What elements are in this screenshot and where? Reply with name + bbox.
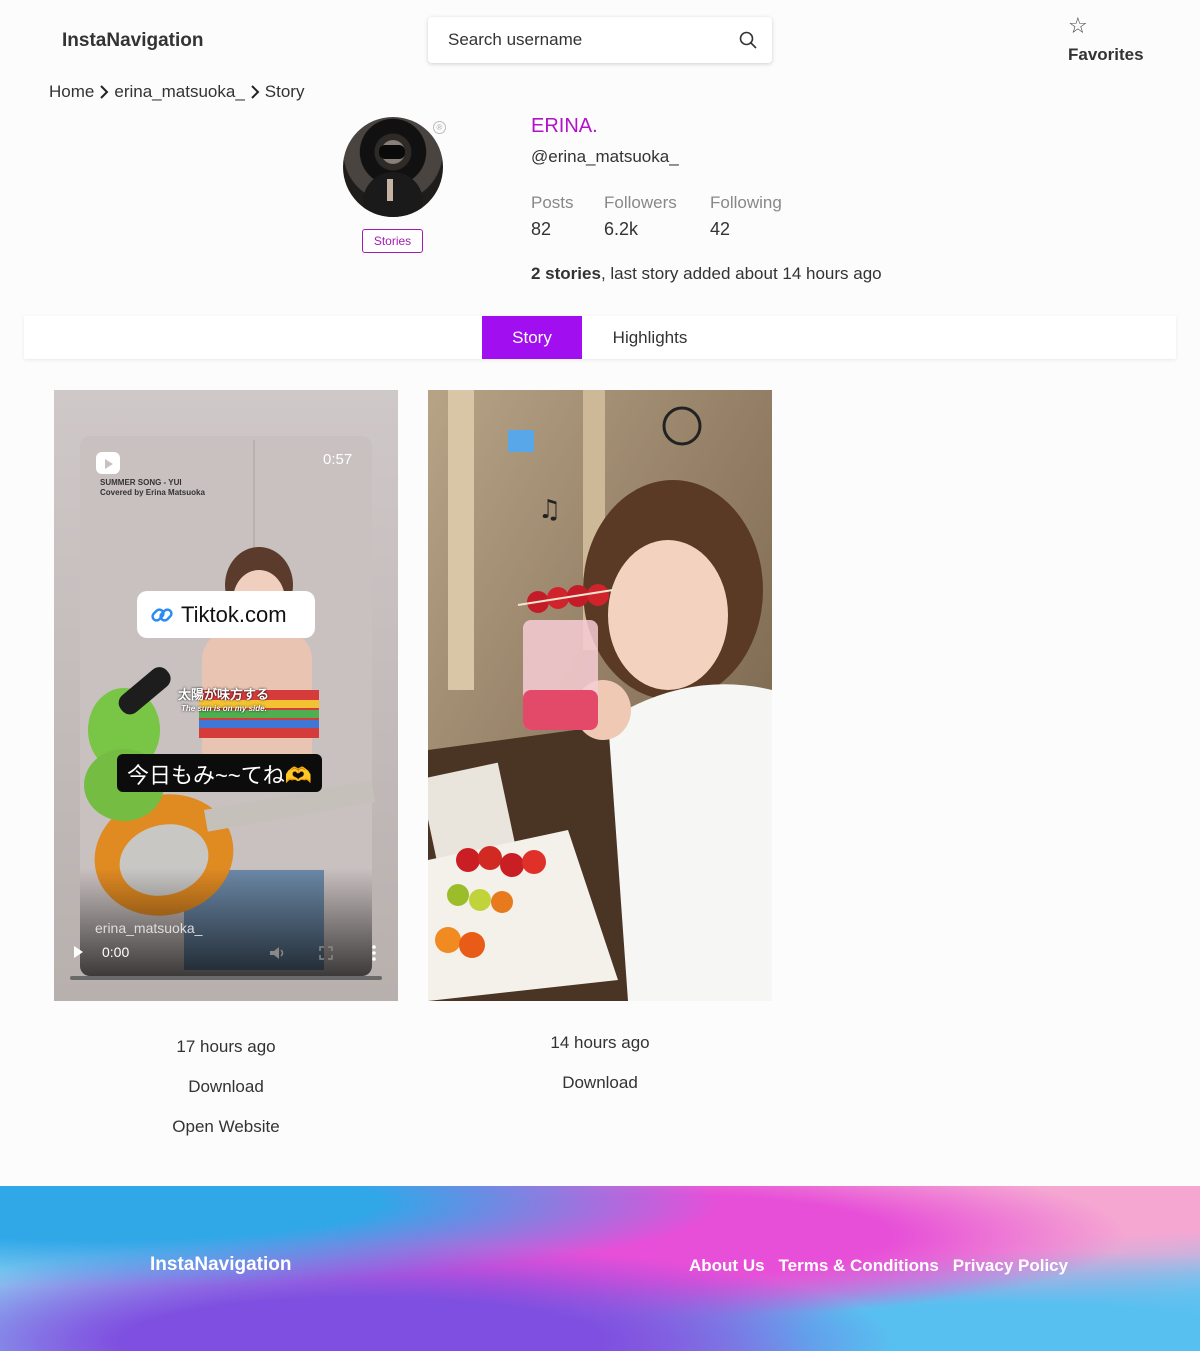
profile-handle: @erina_matsuoka_ xyxy=(531,147,679,166)
video-current-time: 0:00 xyxy=(102,944,130,960)
footer-link-terms[interactable]: Terms & Conditions xyxy=(779,1256,939,1276)
stat-value: 6.2k xyxy=(604,219,639,239)
stories-count: 2 stories xyxy=(531,264,601,283)
open-website-button[interactable]: Open Website xyxy=(54,1117,398,1137)
stories-last-added: , last story added about 14 hours ago xyxy=(600,264,882,283)
lyric-english: The sun is on my side. xyxy=(181,704,267,713)
tiktok-link-sticker[interactable]: Tiktok.com xyxy=(137,591,315,638)
link-icon xyxy=(151,607,173,622)
tab-story[interactable]: Story xyxy=(482,316,582,359)
video-username: erina_matsuoka_ xyxy=(95,920,203,936)
stat-label: Following xyxy=(710,193,782,212)
story-image: ♫ xyxy=(428,390,772,1001)
star-icon[interactable]: ☆ xyxy=(1068,15,1144,37)
search-box[interactable] xyxy=(428,17,772,63)
stat-value: 82 xyxy=(531,219,552,239)
chevron-right-icon xyxy=(251,85,260,99)
story-posted-time: 14 hours ago xyxy=(550,1033,650,1052)
volume-icon[interactable] xyxy=(269,946,287,960)
footer: InstaNavigation About Us Terms & Conditi… xyxy=(0,1186,1200,1351)
footer-link-privacy[interactable]: Privacy Policy xyxy=(953,1256,1068,1276)
breadcrumb-current: Story xyxy=(264,82,305,101)
story-posted-time: 17 hours ago xyxy=(176,1037,276,1056)
music-notes-icon: ♫ xyxy=(538,495,561,525)
avatar-figure xyxy=(363,172,423,217)
download-button[interactable]: Download xyxy=(54,1077,398,1097)
play-icon[interactable] xyxy=(74,946,83,958)
search-input[interactable] xyxy=(448,30,738,50)
chevron-right-icon xyxy=(100,85,109,99)
footer-logo-text[interactable]: InstaNavigation xyxy=(150,1254,291,1276)
breadcrumb-home[interactable]: Home xyxy=(49,82,94,102)
more-options-icon[interactable] xyxy=(371,945,377,961)
breadcrumb-user[interactable]: erina_matsuoka_ xyxy=(114,82,244,102)
avatar-mask xyxy=(379,145,405,159)
stat-value: 42 xyxy=(710,219,731,239)
download-button[interactable]: Download xyxy=(428,1073,772,1093)
caption-sticker: 今日もみ~~てね🫶 xyxy=(117,754,323,792)
stat-followers: Followers 6.2k xyxy=(604,193,677,240)
footer-links: About Us Terms & Conditions Privacy Poli… xyxy=(689,1256,1068,1276)
stories-badge[interactable]: Stories xyxy=(362,229,423,253)
breadcrumb: Home erina_matsuoka_ Story xyxy=(49,82,304,102)
favorites-label[interactable]: Favorites xyxy=(1068,45,1144,65)
stat-label: Followers xyxy=(604,193,677,212)
registered-icon: ® xyxy=(433,121,446,134)
stories-summary: 2 stories, last story added about 14 hou… xyxy=(531,264,882,284)
avatar xyxy=(343,117,443,217)
search-icon[interactable] xyxy=(738,30,758,50)
song-cover-credit: Covered by Erina Matsuoka xyxy=(100,488,205,497)
profile-display-name: ERINA. xyxy=(531,115,598,137)
story-photo: ♫ xyxy=(428,390,772,1001)
avatar-lanyard xyxy=(387,179,393,201)
lyric-japanese: 太陽が味方する xyxy=(178,687,270,702)
link-text: Tiktok.com xyxy=(181,601,287,627)
song-title: SUMMER SONG - YUI xyxy=(100,478,182,487)
story-video-player[interactable]: 0:57 SUMMER SONG - YUI Covered by Erina … xyxy=(54,390,398,1001)
stat-following: Following 42 xyxy=(710,193,782,240)
stat-posts: Posts 82 xyxy=(531,193,574,240)
stat-label: Posts xyxy=(531,193,574,212)
site-logo-text[interactable]: InstaNavigation xyxy=(62,30,203,52)
tab-bar: Story Highlights xyxy=(24,316,1176,359)
tab-highlights[interactable]: Highlights xyxy=(602,316,698,359)
fullscreen-icon[interactable] xyxy=(319,946,333,960)
footer-link-about[interactable]: About Us xyxy=(689,1256,765,1276)
video-progress-bar[interactable] xyxy=(70,976,382,980)
favorites-link[interactable]: ☆ Favorites xyxy=(1068,15,1144,65)
video-duration: 0:57 xyxy=(323,451,353,468)
